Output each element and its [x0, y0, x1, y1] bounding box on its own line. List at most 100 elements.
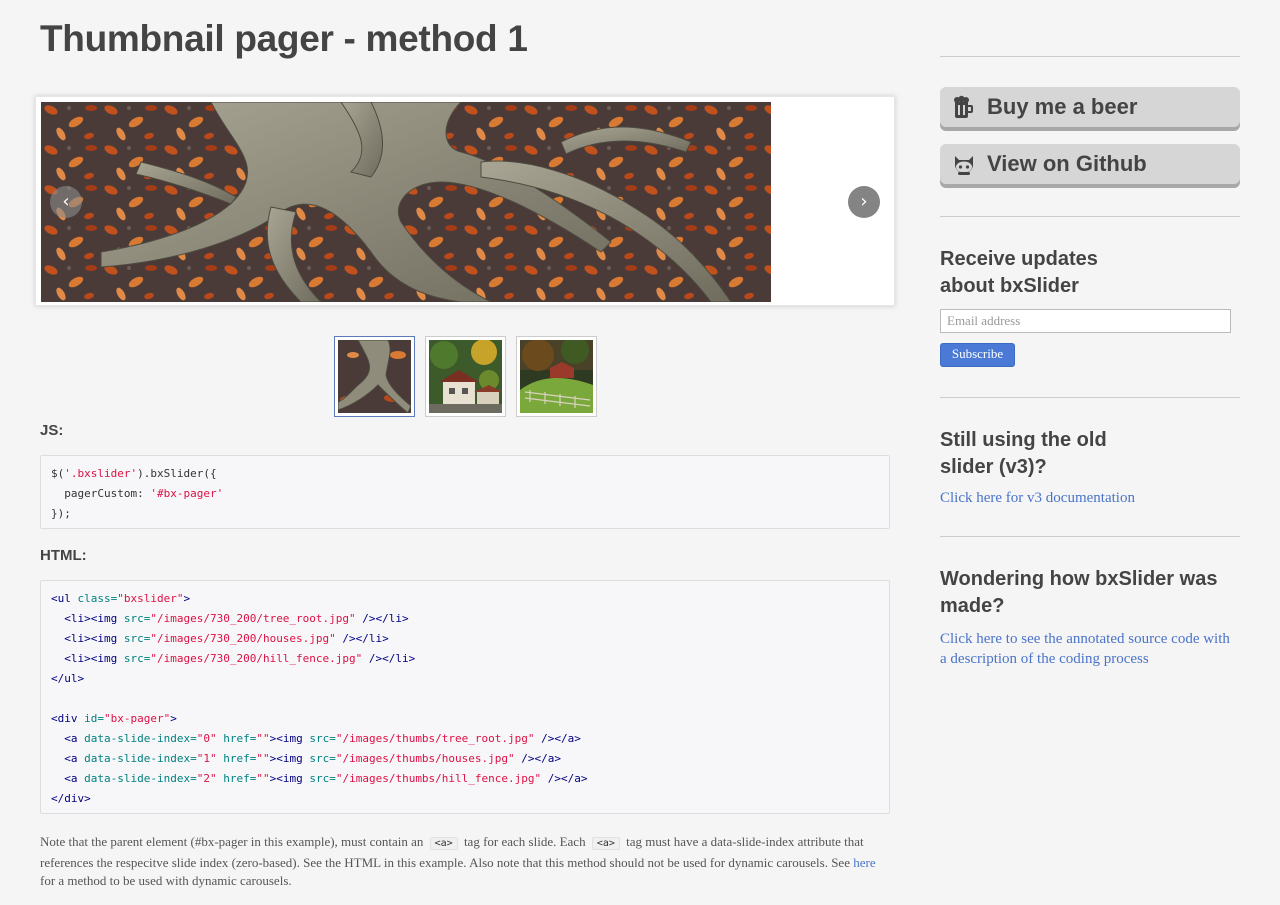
code-token: "bx-pager" [104, 712, 171, 725]
js-section-label: JS: [40, 422, 64, 439]
code-token: <a [51, 772, 85, 785]
code-token: data-slide-index= [84, 752, 197, 765]
here-link[interactable]: here [853, 855, 875, 870]
code-line: $('.bxslider').bxSlider({ [51, 464, 879, 484]
code-line: <a data-slide-index="0" href=""><img src… [51, 729, 879, 749]
buy-beer-label: Buy me a beer [987, 94, 1138, 119]
code-token: src= [123, 632, 151, 645]
code-token: src= [309, 772, 336, 785]
code-line: <a data-slide-index="1" href=""><img src… [51, 749, 879, 769]
code-token: "/images/730_200/houses.jpg" [150, 632, 336, 645]
code-token: class= [77, 592, 118, 605]
email-field[interactable] [940, 309, 1231, 333]
code-token: /></li> [362, 652, 416, 665]
code-token: <li><img [51, 612, 124, 625]
sidebar-divider [940, 397, 1240, 398]
old-slider-heading-line2: slider (v3)? [940, 456, 1047, 478]
code-token: /></a> [514, 752, 562, 765]
note-text: tag for each slide. Each [463, 834, 586, 849]
wondering-heading: Wondering how bxSlider was made? [940, 566, 1240, 620]
code-token: "2" [196, 772, 217, 785]
annotated-source-link[interactable]: Click here to see the annotated source c… [940, 629, 1240, 669]
slider-viewport: ‹ › [35, 96, 895, 306]
code-token: pagerCustom: [51, 487, 151, 500]
code-line: <li><img src="/images/730_200/houses.jpg… [51, 629, 879, 649]
code-token: href= [223, 772, 257, 785]
code-line: }); [51, 504, 879, 524]
code-token: "bxslider" [117, 592, 184, 605]
code-token: </ul> [51, 672, 85, 685]
wondering-heading-line2: made? [940, 595, 1005, 617]
code-token: "/images/730_200/tree_root.jpg" [150, 612, 356, 625]
view-on-github-button[interactable]: View on Github [940, 144, 1240, 184]
code-token: "1" [196, 752, 217, 765]
code-token: ><img [269, 752, 310, 765]
code-token: "/images/730_200/hill_fence.jpg" [150, 652, 363, 665]
code-token: <li><img [51, 652, 124, 665]
code-token: data-slide-index= [84, 772, 197, 785]
code-line: </ul> [51, 669, 879, 689]
old-slider-heading: Still using the old slider (v3)? [940, 427, 1240, 481]
code-token: "/images/thumbs/houses.jpg" [335, 752, 515, 765]
code-token: href= [223, 732, 257, 745]
pager-thumb-hill-fence[interactable] [516, 336, 597, 417]
slide-image-tree-root [41, 102, 771, 302]
code-token: /></li> [355, 612, 409, 625]
code-token: '.bxslider' [64, 467, 138, 480]
updates-heading-line2: about bxSlider [940, 275, 1079, 297]
code-line: <li><img src="/images/730_200/tree_root.… [51, 609, 879, 629]
github-octocat-icon [955, 156, 973, 175]
beer-mug-icon [954, 95, 973, 118]
code-line: <ul class="bxslider"> [51, 589, 879, 609]
updates-heading-line1: Receive updates [940, 248, 1098, 270]
v3-documentation-link[interactable]: Click here for v3 documentation [940, 488, 1240, 508]
slider-next-button[interactable]: › [848, 186, 880, 218]
code-token: "" [256, 772, 270, 785]
code-token: ><img [269, 732, 310, 745]
code-line: <div id="bx-pager"> [51, 709, 879, 729]
code-token: "/images/thumbs/tree_root.jpg" [335, 732, 535, 745]
pager-thumb-tree-root[interactable] [334, 336, 415, 417]
code-line: pagerCustom: '#bx-pager' [51, 484, 879, 504]
code-token: $( [51, 467, 65, 480]
sidebar-divider [940, 56, 1240, 57]
code-token: <div [51, 712, 85, 725]
code-token: }); [51, 507, 71, 520]
sidebar-divider [940, 216, 1240, 217]
code-token: "/images/thumbs/hill_fence.jpg" [335, 772, 542, 785]
slider-prev-button[interactable]: ‹ [50, 186, 82, 218]
pager-thumb-houses[interactable] [425, 336, 506, 417]
code-line: <a data-slide-index="2" href=""><img src… [51, 769, 879, 789]
note-paragraph: Note that the parent element (#bx-pager … [40, 833, 890, 891]
code-token: <a [51, 732, 85, 745]
updates-heading: Receive updates about bxSlider [940, 246, 1240, 300]
code-token: /></li> [335, 632, 389, 645]
code-token: src= [309, 752, 336, 765]
code-token: > [183, 592, 191, 605]
code-token: data-slide-index= [84, 732, 197, 745]
html-code-block: <ul class="bxslider"> <li><img src="/ima… [40, 580, 890, 814]
code-token: src= [309, 732, 336, 745]
code-token: </div> [51, 792, 91, 805]
sidebar-divider [940, 536, 1240, 537]
subscribe-button[interactable]: Subscribe [940, 343, 1015, 367]
code-token: /></a> [534, 732, 581, 745]
buy-beer-button[interactable]: Buy me a beer [940, 87, 1240, 127]
old-slider-heading-line1: Still using the old [940, 429, 1107, 451]
code-token: '#bx-pager' [150, 487, 224, 500]
code-token: "" [256, 732, 270, 745]
page-title: Thumbnail pager - method 1 [40, 18, 528, 59]
code-token: <ul [51, 592, 78, 605]
code-token: href= [223, 752, 257, 765]
note-text: Note that the parent element (#bx-pager … [40, 834, 424, 849]
code-token: "" [256, 752, 270, 765]
code-token: id= [84, 712, 104, 725]
wondering-heading-line1: Wondering how bxSlider was [940, 568, 1218, 590]
chevron-left-icon: ‹ [62, 191, 70, 212]
code-line: </div> [51, 789, 879, 809]
code-line: <li><img src="/images/730_200/hill_fence… [51, 649, 879, 669]
code-token: "0" [196, 732, 217, 745]
code-token: > [170, 712, 177, 725]
code-token: src= [123, 612, 151, 625]
